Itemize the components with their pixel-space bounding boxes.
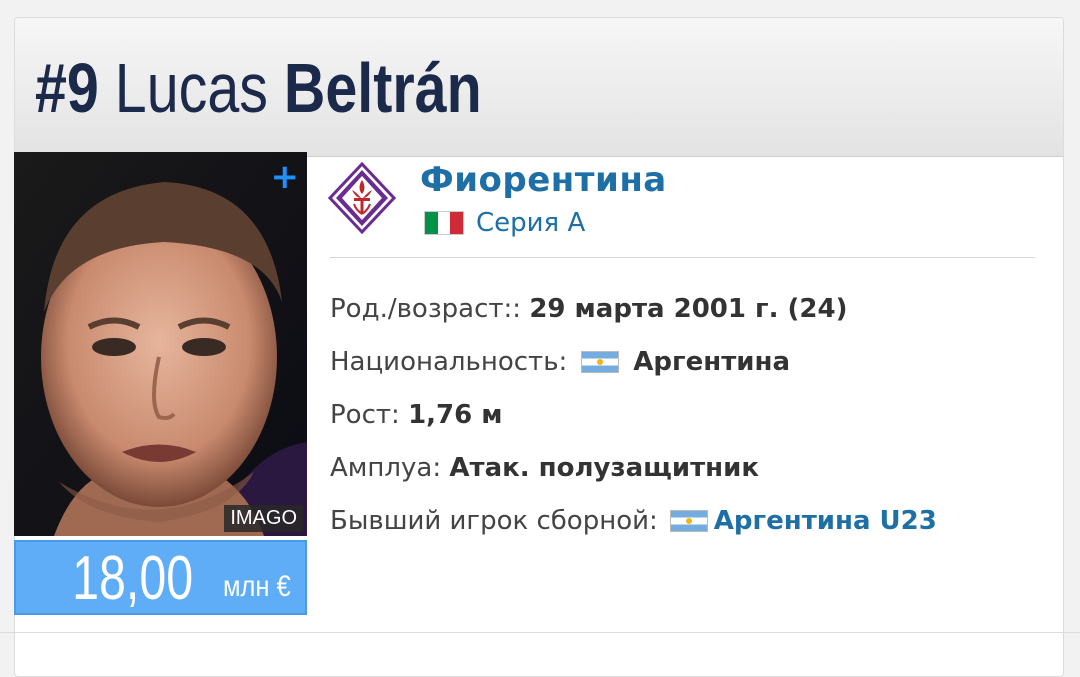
position-row: Амплуа: Атак. полузащитник: [330, 441, 937, 494]
nationality-label: Национальность:: [330, 346, 568, 377]
photo-credit: IMAGO: [224, 505, 303, 532]
height-row: Рост: 1,76 м: [330, 388, 937, 441]
player-photo[interactable]: + IMAGO: [14, 152, 307, 536]
birth-value: 29 марта 2001 г. (24): [529, 293, 848, 324]
divider: [330, 257, 1035, 258]
club-name-link[interactable]: Фиорентина: [420, 160, 667, 200]
player-info-list: Род./возраст:: 29 марта 2001 г. (24) Нац…: [330, 282, 937, 547]
birth-row: Род./возраст:: 29 марта 2001 г. (24): [330, 282, 937, 335]
league-row: Серия А: [424, 208, 585, 238]
height-value: 1,76 м: [408, 399, 503, 430]
height-label: Рост:: [330, 399, 400, 430]
league-link[interactable]: Серия А: [476, 208, 585, 238]
player-last-name: Beltrán: [283, 49, 482, 127]
position-label: Амплуа:: [330, 452, 442, 483]
former-international-label: Бывший игрок сборной:: [330, 505, 658, 536]
plus-icon[interactable]: +: [271, 160, 300, 194]
player-portrait-image: [14, 152, 307, 536]
former-international-link[interactable]: Аргентина U23: [714, 506, 937, 536]
nationality-row: Национальность: Аргентина: [330, 335, 937, 388]
argentina-flag-icon: [669, 509, 708, 532]
market-value-amount: 18,00: [71, 544, 193, 613]
birth-label: Род./возраст::: [330, 293, 522, 324]
player-title: #9 Lucas Beltrán: [35, 48, 482, 128]
argentina-flag-icon: [581, 350, 620, 373]
position-value: Атак. полузащитник: [449, 452, 760, 483]
former-international-row: Бывший игрок сборной: Аргентина U23: [330, 494, 937, 547]
player-header: #9 Lucas Beltrán: [15, 18, 1063, 157]
italy-flag-icon: [424, 211, 464, 235]
nationality-value: Аргентина: [633, 346, 791, 377]
shirt-number: #9: [35, 49, 99, 127]
market-value-button[interactable]: 18,00 млн €: [14, 540, 307, 615]
fiorentina-crest-icon[interactable]: [328, 162, 396, 234]
market-value-unit: млн €: [223, 570, 291, 603]
player-first-name: Lucas: [114, 49, 268, 127]
card-bottom-divider: [0, 632, 1080, 633]
